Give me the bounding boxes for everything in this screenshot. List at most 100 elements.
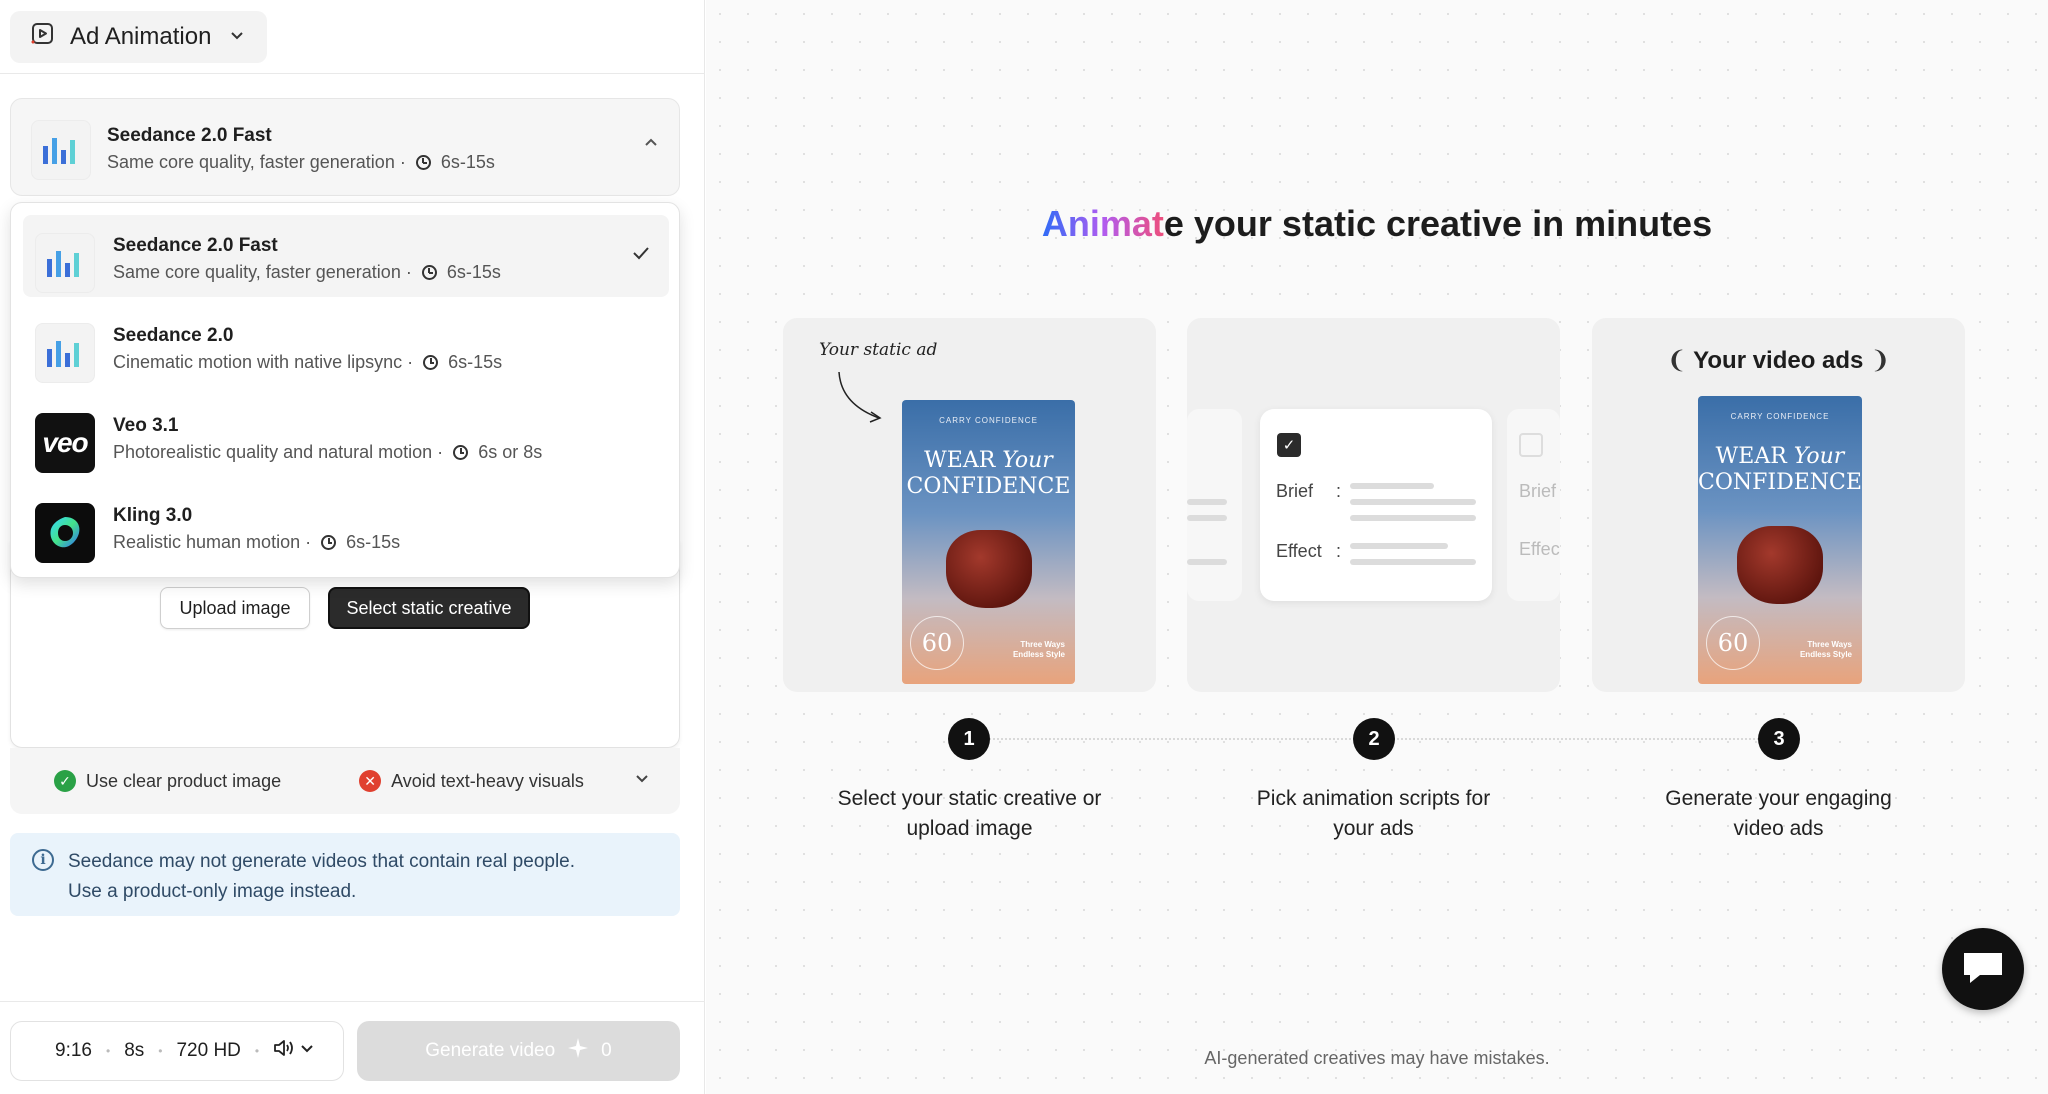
poster-badge: 60	[1706, 616, 1760, 670]
check-circle-icon: ✓	[54, 770, 76, 792]
model-option-name: Seedance 2.0 Fast	[113, 235, 278, 256]
model-option-desc-text: Same core quality, faster generation ·	[113, 262, 412, 282]
placeholder-line	[1350, 499, 1476, 505]
step-1-line-1: Select your static creative or	[837, 787, 1102, 810]
step-1-illustration: Your static ad CARRY CONFIDENCE WEAR You…	[783, 318, 1156, 692]
generate-video-button[interactable]: Generate video 0	[357, 1021, 680, 1081]
model-option-seedance-2[interactable]: Seedance 2.0 Cinematic motion with nativ…	[23, 305, 669, 387]
poster-brand: CARRY CONFIDENCE	[1730, 412, 1830, 421]
selected-model-desc-text: Same core quality, faster generation ·	[107, 152, 406, 172]
poster-title-3: CONFIDENCE	[1698, 470, 1862, 495]
step-2-line-2: your ads	[1333, 817, 1414, 840]
model-option-duration: 6s-15s	[448, 352, 503, 372]
poster-title-1: WEAR	[924, 448, 996, 473]
step-1-number: 1	[948, 718, 990, 760]
colon: :	[1336, 541, 1342, 561]
step-3-text: Generate your engaging video ads	[1592, 784, 1965, 844]
tip-good: ✓ Use clear product image	[54, 770, 281, 792]
ai-disclaimer: AI-generated creatives may have mistakes…	[1204, 1048, 1550, 1068]
seedance-logo-icon	[35, 233, 95, 293]
model-option-duration: 6s-15s	[346, 532, 401, 552]
poster-title-2: Your	[1002, 448, 1053, 473]
handwriting-label: Your static ad	[819, 340, 938, 360]
clock-icon	[321, 535, 337, 550]
chat-bubble-icon	[1960, 947, 2006, 992]
video-settings-button[interactable]: 9:16 • 8s • 720 HD •	[10, 1021, 344, 1081]
sparkle-icon	[567, 1037, 589, 1065]
placeholder-line	[1187, 559, 1227, 565]
model-option-description: Photorealistic quality and natural motio…	[113, 442, 542, 463]
poster-tag-2: Endless Style	[1012, 650, 1065, 659]
model-option-name: Seedance 2.0	[113, 325, 234, 346]
selected-model-name: Seedance 2.0 Fast	[107, 125, 272, 146]
poster-tag-1: Three Ways	[1807, 640, 1852, 649]
placeholder-line	[1350, 543, 1448, 549]
separator-dot: •	[105, 1044, 111, 1058]
model-option-kling-3[interactable]: Kling 3.0 Realistic human motion · 6s-15…	[23, 485, 669, 567]
chevron-down-icon	[229, 27, 245, 48]
model-option-description: Realistic human motion · 6s-15s	[113, 532, 400, 553]
selected-model-duration: 6s-15s	[440, 152, 495, 172]
checkbox-icon	[1519, 433, 1543, 457]
model-option-duration: 6s-15s	[446, 262, 501, 282]
placeholder-line	[1350, 559, 1476, 565]
chevron-up-icon[interactable]	[643, 133, 659, 156]
poster-tagline: Three Ways Endless Style	[1013, 640, 1065, 660]
laurel-right-icon: ❩	[1870, 347, 1891, 374]
model-option-veo-3-1[interactable]: veo Veo 3.1 Photorealistic quality and n…	[23, 395, 669, 477]
poster-title: WEAR Your CONFIDENCE	[902, 448, 1075, 500]
step-3-line-1: Generate your engaging	[1665, 787, 1892, 810]
chevron-down-icon	[299, 1040, 315, 1061]
tip-bad-label: Avoid text-heavy visuals	[391, 770, 584, 791]
preview-area: Animate your static creative in minutes …	[706, 0, 2048, 1094]
placeholder-line	[1350, 515, 1476, 521]
model-dropdown-menu: Seedance 2.0 Fast Same core quality, fas…	[10, 202, 680, 578]
product-bag-image	[1737, 526, 1823, 604]
video-ads-title-text: Your video ads	[1693, 347, 1864, 374]
selected-model-description: Same core quality, faster generation · 6…	[107, 152, 495, 173]
checkbox-checked-icon: ✓	[1277, 433, 1301, 457]
poster-tagline: Three Ways Endless Style	[1800, 640, 1852, 660]
poster-tag-1: Three Ways	[1020, 640, 1065, 649]
product-bag-image	[945, 530, 1032, 608]
mode-label: Ad Animation	[70, 23, 212, 50]
step-2-number: 2	[1353, 718, 1395, 760]
ghost-brief-label: Brief	[1519, 481, 1557, 501]
brief-label: Brief	[1276, 481, 1314, 501]
poster-title-3: CONFIDENCE	[906, 474, 1071, 499]
model-option-duration: 6s or 8s	[478, 442, 543, 462]
kling-logo-icon	[35, 503, 95, 563]
video-ad-poster: CARRY CONFIDENCE WEAR Your CONFIDENCE 60…	[1698, 396, 1862, 684]
step-2-illustration: Brief Effec ✓ Brief : Effect :	[1187, 318, 1560, 692]
chat-support-button[interactable]	[1942, 928, 2024, 1010]
bottom-bar: 9:16 • 8s • 720 HD • Generate video 0	[0, 1001, 705, 1094]
separator-dot: •	[158, 1044, 163, 1058]
model-option-desc-text: Photorealistic quality and natural motio…	[113, 442, 444, 462]
tips-expand-chevron-icon[interactable]	[634, 770, 650, 791]
info-notice: i Seedance may not generate videos that …	[10, 833, 680, 916]
mode-selector-button[interactable]: Ad Animation	[10, 11, 267, 63]
separator-dot: •	[254, 1044, 260, 1058]
video-duration: 8s	[124, 1040, 145, 1061]
model-option-description: Cinematic motion with native lipsync · 6…	[113, 352, 502, 373]
step-3-line-2: video ads	[1733, 817, 1824, 840]
video-quality: 720 HD	[176, 1040, 241, 1061]
notice-line-1: Seedance may not generate videos that co…	[68, 851, 576, 872]
step-3-number: 3	[1758, 718, 1800, 760]
upload-image-button[interactable]: Upload image	[160, 587, 310, 629]
aspect-ratio: 9:16	[55, 1040, 92, 1061]
select-static-creative-button[interactable]: Select static creative	[328, 587, 530, 629]
static-ad-poster: CARRY CONFIDENCE WEAR Your CONFIDENCE 60…	[902, 400, 1075, 684]
laurel-left-icon: ❨	[1666, 347, 1687, 374]
ghost-card-right: Brief Effec	[1507, 409, 1560, 601]
model-selector[interactable]: Seedance 2.0 Fast Same core quality, fas…	[10, 98, 680, 196]
clock-icon	[423, 355, 439, 370]
headline-text: e your static creative in minutes	[1163, 203, 1713, 244]
veo-logo-icon: veo	[35, 413, 95, 473]
model-option-description: Same core quality, faster generation · 6…	[113, 262, 501, 283]
model-option-seedance-2-fast[interactable]: Seedance 2.0 Fast Same core quality, fas…	[23, 215, 669, 297]
placeholder-line	[1187, 499, 1227, 505]
tip-good-label: Use clear product image	[86, 770, 282, 791]
speaker-icon	[273, 1038, 295, 1064]
tip-bad: ✕ Avoid text-heavy visuals	[359, 770, 584, 792]
